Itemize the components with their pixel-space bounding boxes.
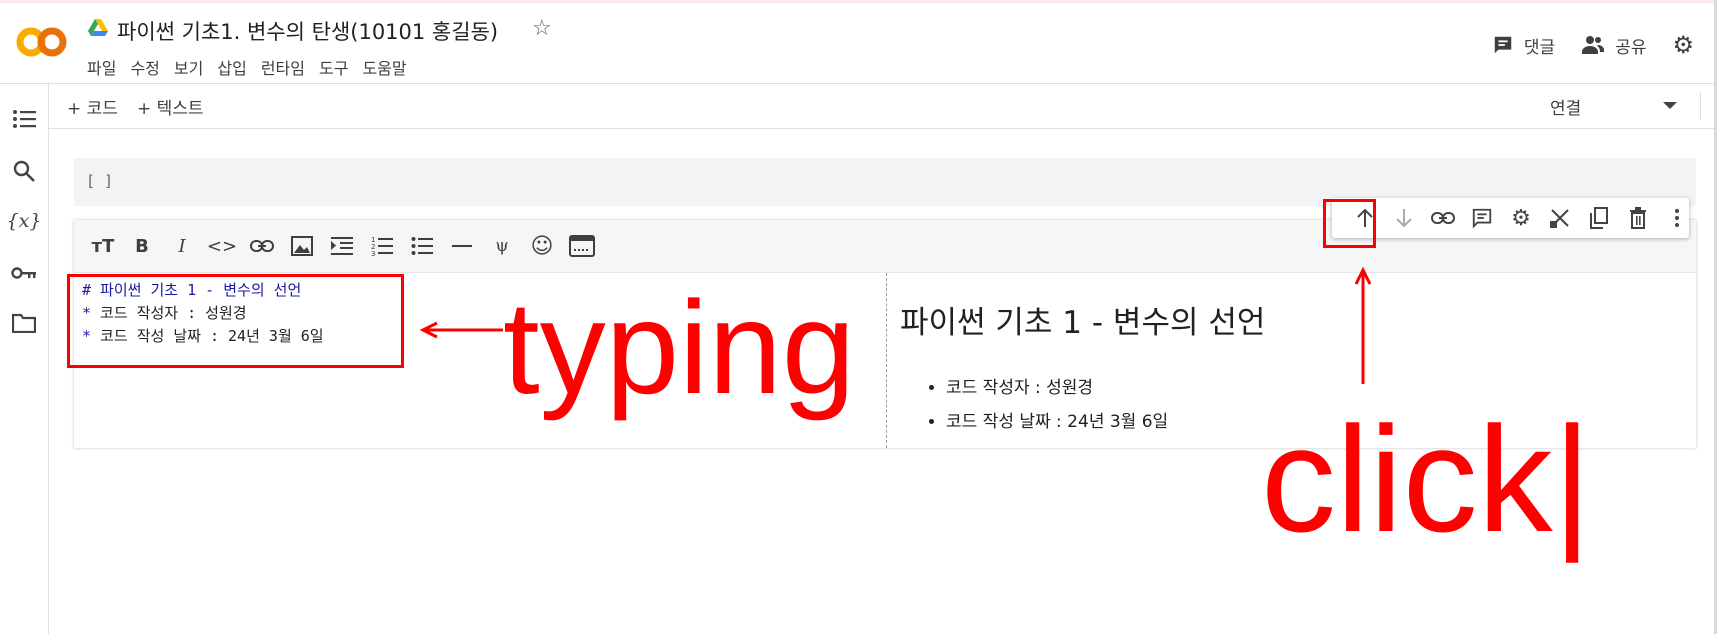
- menu-view[interactable]: 보기: [174, 55, 203, 79]
- heading-size-icon[interactable]: тT: [90, 234, 116, 258]
- gear-icon: ⚙: [1672, 31, 1694, 59]
- run-cell-brackets[interactable]: [ ]: [86, 172, 113, 190]
- more-options-icon[interactable]: [1664, 206, 1690, 230]
- click-annotation: click|: [1261, 395, 1592, 563]
- table-of-contents-icon[interactable]: [10, 106, 38, 132]
- menu-tools[interactable]: 도구: [319, 55, 348, 79]
- typing-annotation: typing: [503, 274, 856, 421]
- google-drive-icon[interactable]: [88, 19, 108, 37]
- header-actions: 댓글 공유 ⚙: [1466, 31, 1694, 59]
- menu-insert[interactable]: 삽입: [217, 55, 246, 79]
- link-to-cell-icon[interactable]: [1430, 206, 1456, 230]
- comment-button[interactable]: 댓글: [1492, 33, 1555, 58]
- copy-cell-icon[interactable]: [1586, 206, 1612, 230]
- app-header: 파이썬 기초1. 변수의 탄생(10101 홍길동) ☆ 파일 수정 보기 삽입…: [0, 3, 1714, 84]
- preview-list-item: 코드 작성 날짜 : 24년 3월 6일: [946, 407, 1168, 432]
- folder-icon[interactable]: [10, 310, 38, 336]
- menu-edit[interactable]: 수정: [130, 55, 159, 79]
- italic-icon[interactable]: I: [169, 234, 195, 258]
- numbered-list-icon[interactable]: 123: [369, 234, 395, 258]
- comment-icon: [1494, 36, 1512, 54]
- code-icon[interactable]: <>: [207, 234, 237, 258]
- comment-label: 댓글: [1523, 37, 1556, 58]
- menu-help[interactable]: 도움말: [362, 55, 406, 79]
- comment-icon[interactable]: [1469, 206, 1495, 230]
- colab-logo-icon[interactable]: [14, 21, 68, 63]
- people-icon: [1582, 36, 1605, 54]
- gear-icon[interactable]: ⚙: [1508, 206, 1534, 231]
- mirror-cell-icon[interactable]: [1547, 206, 1573, 230]
- horizontal-rule-icon[interactable]: [449, 234, 475, 258]
- toolbar-divider: [1700, 92, 1701, 120]
- variables-icon[interactable]: {x}: [7, 208, 42, 234]
- move-cell-down-icon[interactable]: [1391, 206, 1417, 230]
- preview-layout-icon[interactable]: [569, 234, 595, 258]
- menu-bar: 파일 수정 보기 삽입 런타임 도구 도움말: [87, 55, 421, 79]
- notebook-title[interactable]: 파이썬 기초1. 변수의 탄생(10101 홍길동): [117, 16, 498, 46]
- menu-file[interactable]: 파일: [87, 55, 116, 79]
- notebook-toolbar: + 코드 + 텍스트 연결 ︿: [49, 84, 1714, 129]
- search-icon[interactable]: [10, 158, 38, 184]
- key-icon[interactable]: [10, 260, 38, 286]
- add-text-button[interactable]: + 텍스트: [137, 94, 204, 119]
- delete-icon[interactable]: [1625, 206, 1651, 230]
- preview-list-item: 코드 작성자 : 성원경: [946, 373, 1168, 398]
- star-icon[interactable]: ☆: [532, 16, 552, 41]
- menu-runtime[interactable]: 런타임: [261, 55, 305, 79]
- connect-button[interactable]: 연결: [1550, 94, 1581, 119]
- settings-button[interactable]: ⚙: [1672, 31, 1694, 59]
- bold-icon[interactable]: B: [129, 234, 155, 258]
- share-label: 공유: [1615, 37, 1647, 58]
- chevron-down-icon[interactable]: [1663, 102, 1677, 109]
- bulleted-list-icon[interactable]: [409, 234, 435, 258]
- latex-psi-icon[interactable]: ψ: [489, 234, 515, 258]
- add-code-button[interactable]: + 코드: [67, 94, 118, 119]
- link-icon[interactable]: [249, 234, 275, 258]
- share-button[interactable]: 공유: [1581, 33, 1646, 58]
- indent-icon[interactable]: [329, 234, 355, 258]
- typing-highlight-box: [67, 274, 404, 368]
- preview-list: 코드 작성자 : 성원경 코드 작성 날짜 : 24년 3월 6일: [924, 373, 1168, 441]
- left-sidebar: {x}: [0, 84, 49, 634]
- svg-text:3: 3: [371, 250, 375, 257]
- image-icon[interactable]: [289, 234, 315, 258]
- cell-actions-toolbar: ⚙: [1332, 198, 1689, 238]
- click-highlight-box: [1323, 199, 1376, 248]
- emoji-icon[interactable]: ☺: [529, 234, 555, 259]
- preview-heading: 파이썬 기초 1 - 변수의 선언: [900, 305, 1266, 341]
